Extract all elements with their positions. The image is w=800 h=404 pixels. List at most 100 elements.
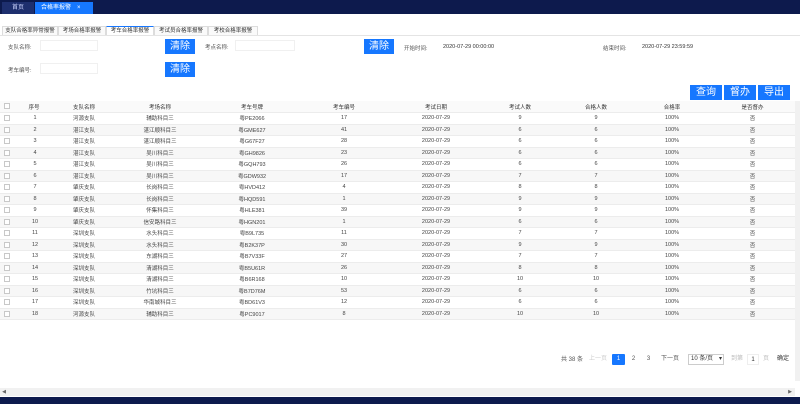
scroll-right-icon[interactable]: ▶	[786, 388, 794, 396]
row-checkbox[interactable]	[0, 181, 14, 194]
table-cell: 否	[710, 273, 795, 286]
table-cell: 7	[482, 227, 558, 240]
table-row[interactable]: 18 河源支队 辅助科目三 粤PC9017 8 2020-07-29 10 10 100% 否	[0, 308, 795, 320]
table-row[interactable]: 16 深圳支队 竹坑科目三 粤B7D76M 53 2020-07-29 6 6 100% 否	[0, 285, 795, 297]
row-checkbox[interactable]	[0, 204, 14, 217]
table-cell: 2020-07-29	[390, 250, 482, 263]
close-icon[interactable]: ×	[77, 5, 81, 11]
row-checkbox[interactable]	[0, 193, 14, 205]
table-row[interactable]: 4 湛江支队 吴川科目三 粤GH9826 23 2020-07-29 6 6 100% 否	[0, 147, 795, 159]
table-cell: 10	[482, 273, 558, 286]
row-checkbox[interactable]	[0, 216, 14, 228]
select-all-checkbox[interactable]	[0, 101, 14, 113]
table-row[interactable]: 8 肇庆支队 长岗科目三 粤HQD591 1 2020-07-29 9 9 100% 否	[0, 193, 795, 205]
table-cell: 否	[710, 296, 795, 309]
table-cell: 2020-07-29	[390, 285, 482, 297]
export-button[interactable]: 导出	[758, 85, 790, 100]
tab-home[interactable]: 首页	[2, 2, 34, 14]
row-checkbox[interactable]	[0, 158, 14, 171]
table-cell: 6	[558, 147, 634, 159]
column-header: 是否督办	[710, 101, 795, 113]
row-checkbox[interactable]	[0, 147, 14, 159]
row-checkbox[interactable]	[0, 124, 14, 136]
page-3-button[interactable]: 3	[642, 354, 655, 365]
column-header: 考场名称	[114, 101, 206, 113]
table-row[interactable]: 15 深圳支队 清湖科目三 粤B6R168 10 2020-07-29 10 10 100% 否	[0, 273, 795, 286]
table-cell: 2020-07-29	[390, 262, 482, 274]
confirm-button[interactable]: 确定	[774, 354, 792, 365]
table-cell: 14	[14, 262, 54, 274]
page-size-select[interactable]: 10 条/页 ▾	[688, 354, 724, 365]
table-cell: 东湖科目三	[114, 250, 206, 263]
table-cell: 8	[298, 308, 390, 320]
page-1-button[interactable]: 1	[612, 354, 625, 365]
table-cell: 2020-07-29	[390, 124, 482, 136]
clear-car-number-button[interactable]: 清除	[165, 62, 195, 77]
table-row[interactable]: 7 肇庆支队 长岗科目三 粤HVD412 4 2020-07-29 8 8 100% 否	[0, 181, 795, 194]
table-row[interactable]: 14 深圳支队 清湖科目三 粤B5U61R 26 2020-07-29 8 8 100% 否	[0, 262, 795, 274]
table-row[interactable]: 10 肇庆支队 信安路科目三 粤HGN201 1 2020-07-29 6 6 100% 否	[0, 216, 795, 228]
table-cell: 粤HLE381	[206, 204, 298, 217]
page-2-button[interactable]: 2	[627, 354, 640, 365]
table-row[interactable]: 13 深圳支队 东湖科目三 粤B7V33F 27 2020-07-29 7 7 100% 否	[0, 250, 795, 263]
supervise-button[interactable]: 督办	[724, 85, 756, 100]
table-row[interactable]: 11 深圳支队 水头科目三 粤B9L735 11 2020-07-29 7 7 100% 否	[0, 227, 795, 240]
row-checkbox[interactable]	[0, 308, 14, 320]
tab-pass-rate-alarm-label: 合格率报警	[41, 5, 72, 11]
row-checkbox[interactable]	[0, 135, 14, 148]
table-cell: 深圳支队	[54, 227, 114, 240]
table-cell: 信安路科目三	[114, 216, 206, 228]
clear-detachment-button[interactable]: 清除	[165, 39, 195, 54]
table-cell: 100%	[634, 204, 710, 217]
table-cell: 2020-07-29	[390, 273, 482, 286]
table-cell: 10	[298, 273, 390, 286]
scroll-left-icon[interactable]: ◀	[0, 388, 8, 396]
table-cell: 1	[14, 112, 54, 125]
table-cell: 100%	[634, 112, 710, 125]
table-cell: 100%	[634, 170, 710, 182]
row-checkbox[interactable]	[0, 239, 14, 251]
clear-site-button[interactable]: 清除	[364, 39, 394, 54]
row-checkbox[interactable]	[0, 262, 14, 274]
table-row[interactable]: 2 湛江支队 湛江顺科目三 粤GME627 41 2020-07-29 6 6 100% 否	[0, 124, 795, 136]
table-row[interactable]: 6 湛江支队 吴川科目三 粤GDW932 17 2020-07-29 7 7 100% 否	[0, 170, 795, 182]
prev-page-button[interactable]: 上一页	[588, 354, 608, 365]
end-time-label: 结束时间:	[603, 46, 627, 52]
detachment-input[interactable]	[40, 40, 98, 51]
table-cell: 6	[558, 124, 634, 136]
horizontal-scrollbar[interactable]	[0, 388, 795, 396]
table-cell: 12	[298, 296, 390, 309]
row-checkbox[interactable]	[0, 296, 14, 309]
goto-page-input[interactable]: 1	[747, 354, 759, 365]
table-row[interactable]: 9 肇庆支队 怀集科目三 粤HLE381 39 2020-07-29 9 9 100% 否	[0, 204, 795, 217]
table-cell: 粤HGN201	[206, 216, 298, 228]
subtab-divider	[0, 35, 800, 36]
row-checkbox[interactable]	[0, 250, 14, 263]
next-page-button[interactable]: 下一页	[658, 354, 682, 365]
table-row[interactable]: 12 深圳支队 水头科目三 粤B2K37P 30 2020-07-29 9 9 100% 否	[0, 239, 795, 251]
table-cell: 粤GDW932	[206, 170, 298, 182]
row-checkbox[interactable]	[0, 170, 14, 182]
row-checkbox[interactable]	[0, 227, 14, 240]
car-number-input[interactable]	[40, 63, 98, 74]
table-cell: 100%	[634, 147, 710, 159]
vertical-scrollbar[interactable]	[795, 101, 800, 381]
table-cell: 100%	[634, 193, 710, 205]
end-time-input[interactable]: 2020-07-29 23:59:59	[642, 44, 693, 50]
table-row[interactable]: 5 湛江支队 吴川科目三 粤GQH793 26 2020-07-29 6 6 100% 否	[0, 158, 795, 171]
table-cell: 水头科目三	[114, 227, 206, 240]
table-row[interactable]: 3 湛江支队 湛江顺科目三 粤G67F27 28 2020-07-29 6 6 100% 否	[0, 135, 795, 148]
table-cell: 2020-07-29	[390, 158, 482, 171]
table-row[interactable]: 17 深圳支队 华南城科目三 粤BD61V3 12 2020-07-29 6 6 100% 否	[0, 296, 795, 309]
start-time-input[interactable]: 2020-07-29 00:00:00	[443, 44, 494, 50]
tab-pass-rate-alarm[interactable]: 合格率报警 ×	[35, 2, 93, 14]
table-row[interactable]: 1 河源支队 辅助科目三 粤PE2066 17 2020-07-29 9 9 100% 否	[0, 112, 795, 125]
table-cell: 深圳支队	[54, 285, 114, 297]
query-button[interactable]: 查询	[690, 85, 722, 100]
site-input[interactable]	[235, 40, 295, 51]
row-checkbox[interactable]	[0, 273, 14, 286]
row-checkbox[interactable]	[0, 285, 14, 297]
table-cell: 6	[482, 158, 558, 171]
table-cell: 6	[482, 147, 558, 159]
row-checkbox[interactable]	[0, 112, 14, 125]
